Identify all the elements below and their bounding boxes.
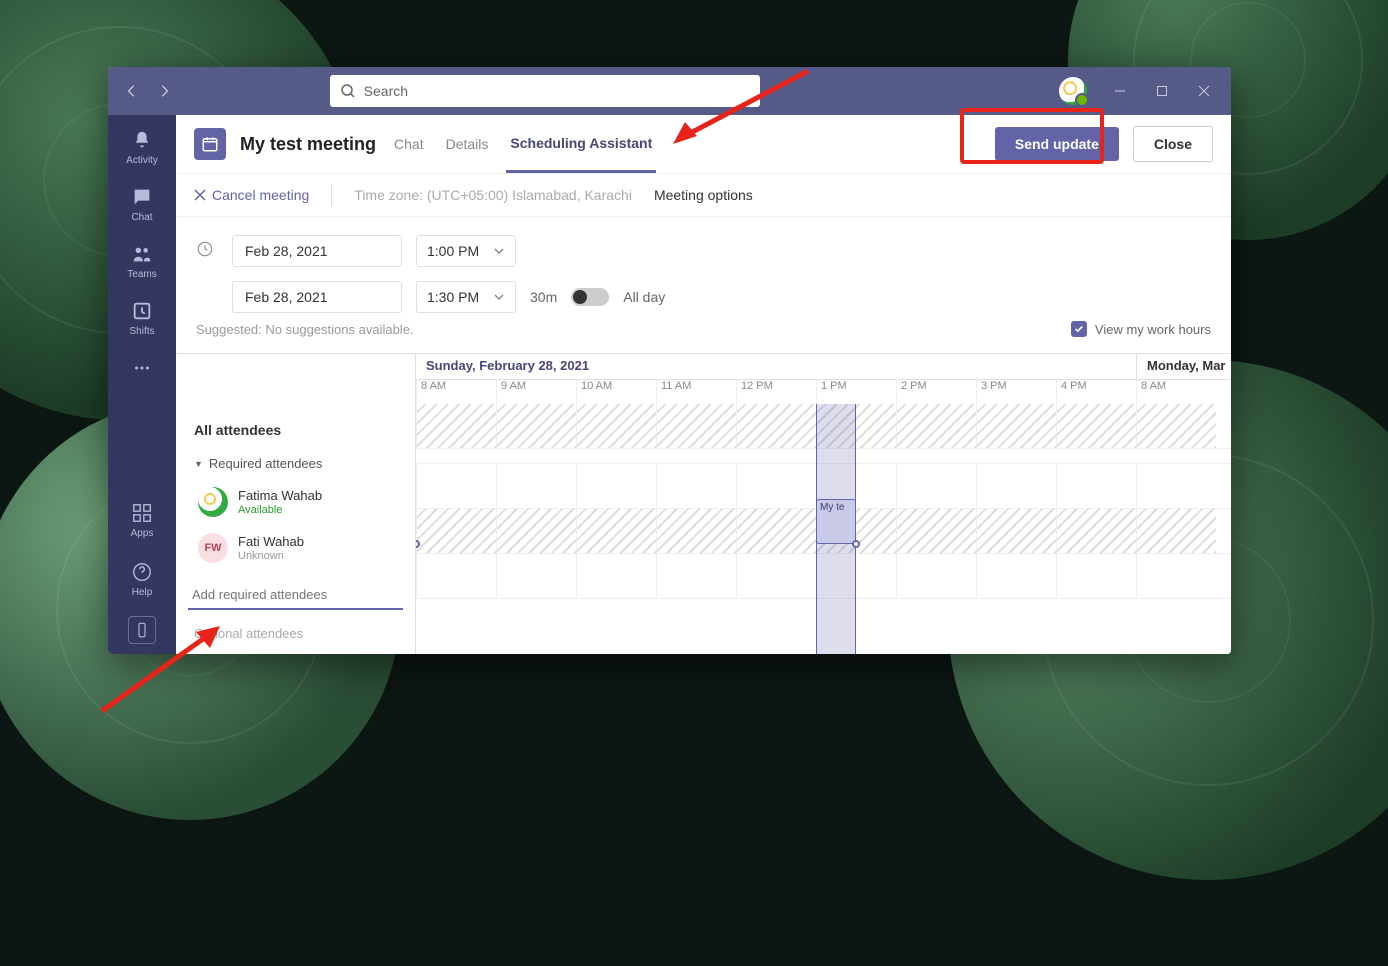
bell-icon xyxy=(131,129,153,151)
all-day-toggle[interactable] xyxy=(571,288,609,306)
sidebar-item-label: Help xyxy=(132,587,153,598)
attendee-avatar: FW xyxy=(198,533,228,563)
schedule-grid-body[interactable]: My te xyxy=(416,404,1231,654)
meeting-options-link[interactable]: Meeting options xyxy=(654,187,753,203)
sidebar-item-label: Chat xyxy=(131,212,152,223)
hour-cell: 1 PM xyxy=(816,380,896,404)
sidebar-item-label: Apps xyxy=(131,528,154,539)
scheduling-grid: All attendees ▼ Required attendees Fatim… xyxy=(176,353,1231,654)
meeting-header: My test meeting Chat Details Scheduling … xyxy=(176,115,1231,173)
attendee-avatar xyxy=(198,487,228,517)
all-attendees-heading: All attendees xyxy=(188,418,403,452)
hour-header-row: 8 AM9 AM10 AM11 AM12 PM1 PM2 PM3 PM4 PM8… xyxy=(416,380,1231,404)
x-icon xyxy=(194,189,206,201)
separator xyxy=(331,184,332,206)
window-maximize-button[interactable] xyxy=(1143,75,1181,107)
hour-cell: 11 AM xyxy=(656,380,736,404)
app-sidebar: Activity Chat Teams Shifts Apps xyxy=(108,115,176,654)
end-time-picker[interactable]: 1:30 PM xyxy=(416,281,516,313)
sidebar-item-label: Shifts xyxy=(129,326,154,337)
checkbox-checked-icon xyxy=(1071,321,1087,337)
search-input[interactable]: Search xyxy=(330,75,760,107)
all-day-label: All day xyxy=(623,289,665,305)
add-required-attendees-input[interactable] xyxy=(188,581,403,610)
chat-icon xyxy=(131,186,153,208)
sidebar-item-apps[interactable]: Apps xyxy=(108,492,176,549)
hour-cell: 10 AM xyxy=(576,380,656,404)
day-header-2: Monday, Mar xyxy=(1136,354,1231,379)
meeting-subbar: Cancel meeting Time zone: (UTC+05:00) Is… xyxy=(176,173,1231,217)
search-placeholder: Search xyxy=(364,83,408,99)
sidebar-item-label: Activity xyxy=(126,155,158,166)
sidebar-item-help[interactable]: Help xyxy=(108,551,176,608)
sidebar-item-activity[interactable]: Activity xyxy=(108,119,176,176)
attendees-column: All attendees ▼ Required attendees Fatim… xyxy=(176,354,416,654)
timeline-column[interactable]: Sunday, February 28, 2021 Monday, Mar 8 … xyxy=(416,354,1231,654)
clock-icon xyxy=(196,240,218,263)
hour-cell: 8 AM xyxy=(1136,380,1216,404)
chevron-down-icon xyxy=(493,291,505,303)
hour-cell: 12 PM xyxy=(736,380,816,404)
chevron-down-icon xyxy=(493,245,505,257)
search-icon xyxy=(340,83,356,99)
meeting-block[interactable]: My te xyxy=(816,499,856,544)
attendee-name: Fati Wahab xyxy=(238,534,304,550)
hour-cell: 9 AM xyxy=(496,380,576,404)
hour-cell: 4 PM xyxy=(1056,380,1136,404)
more-icon xyxy=(131,357,153,379)
hour-cell: 8 AM xyxy=(416,380,496,404)
required-attendees-heading[interactable]: ▼ Required attendees xyxy=(188,452,403,481)
send-update-button[interactable]: Send update xyxy=(995,127,1119,161)
attendee-name: Fatima Wahab xyxy=(238,488,322,504)
attendee-row[interactable]: FW Fati Wahab Unknown xyxy=(188,527,403,573)
close-button[interactable]: Close xyxy=(1133,126,1213,162)
mobile-icon xyxy=(128,616,156,644)
attendee-row[interactable]: Fatima Wahab Available xyxy=(188,481,403,527)
teams-window: Search Activity Chat xyxy=(108,67,1231,654)
sidebar-item-chat[interactable]: Chat xyxy=(108,176,176,233)
start-date-picker[interactable]: Feb 28, 2021 xyxy=(232,235,402,267)
meeting-title: My test meeting xyxy=(240,134,376,155)
start-time-picker[interactable]: 1:00 PM xyxy=(416,235,516,267)
nav-forward-button[interactable] xyxy=(148,75,180,107)
tab-details[interactable]: Details xyxy=(442,115,493,173)
main-panel: My test meeting Chat Details Scheduling … xyxy=(176,115,1231,654)
attendee-status: Unknown xyxy=(238,550,304,562)
shifts-icon xyxy=(131,300,153,322)
teams-icon xyxy=(131,243,153,265)
date-time-panel: Feb 28, 2021 1:00 PM Feb 28, 2021 1:30 P… xyxy=(176,217,1231,321)
timezone-label[interactable]: Time zone: (UTC+05:00) Islamabad, Karach… xyxy=(354,187,632,203)
view-work-hours-checkbox[interactable]: View my work hours xyxy=(1071,321,1211,337)
window-minimize-button[interactable] xyxy=(1101,75,1139,107)
hour-cell: 2 PM xyxy=(896,380,976,404)
sidebar-item-label: Teams xyxy=(127,269,156,280)
help-icon xyxy=(131,561,153,583)
cancel-meeting-link[interactable]: Cancel meeting xyxy=(194,187,309,203)
user-avatar[interactable] xyxy=(1059,77,1087,105)
resize-handle-right[interactable] xyxy=(852,540,860,548)
tab-chat[interactable]: Chat xyxy=(390,115,428,173)
tab-scheduling-assistant[interactable]: Scheduling Assistant xyxy=(506,115,656,173)
calendar-icon xyxy=(194,128,226,160)
sidebar-item-mobile[interactable] xyxy=(108,610,176,646)
nav-back-button[interactable] xyxy=(116,75,148,107)
attendee-status: Available xyxy=(238,504,322,516)
sidebar-item-more[interactable] xyxy=(108,347,176,389)
day-header-1: Sunday, February 28, 2021 xyxy=(416,354,1136,379)
hour-cell: 3 PM xyxy=(976,380,1056,404)
sidebar-item-shifts[interactable]: Shifts xyxy=(108,290,176,347)
caret-down-icon: ▼ xyxy=(194,459,203,469)
suggested-times-label: Suggested: No suggestions available. xyxy=(196,322,414,337)
optional-attendees-heading[interactable]: Optional attendees xyxy=(188,610,403,641)
duration-label: 30m xyxy=(530,289,557,305)
sidebar-item-teams[interactable]: Teams xyxy=(108,233,176,290)
window-close-button[interactable] xyxy=(1185,75,1223,107)
apps-icon xyxy=(131,502,153,524)
end-date-picker[interactable]: Feb 28, 2021 xyxy=(232,281,402,313)
titlebar: Search xyxy=(108,67,1231,115)
